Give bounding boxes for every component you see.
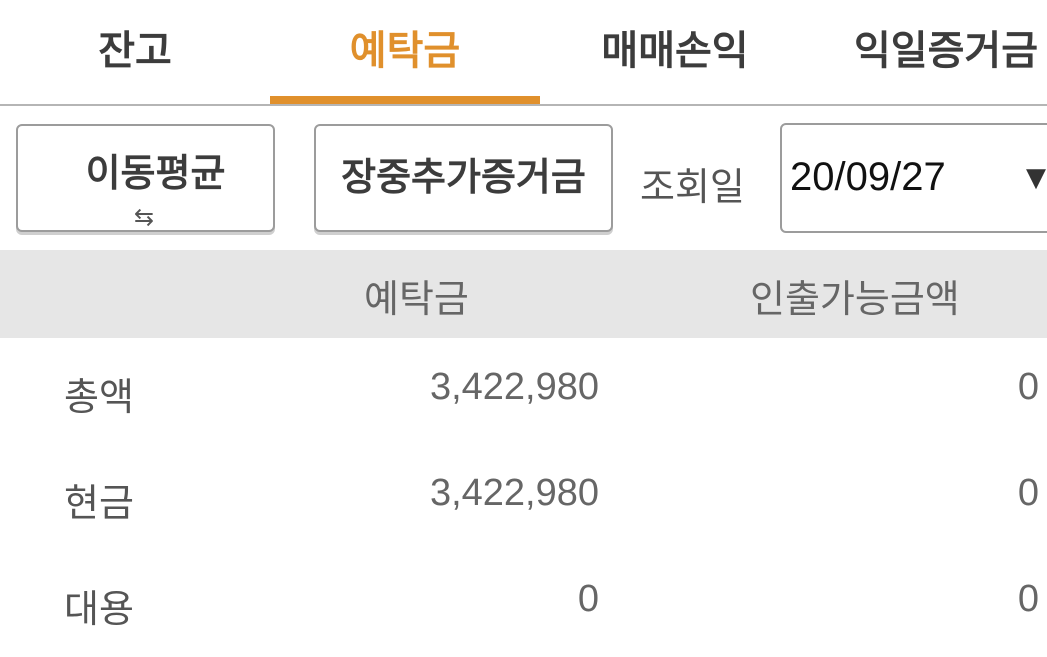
moving-average-label: 이동평균	[85, 151, 226, 195]
deposit-value: 3,422,980	[429, 472, 599, 514]
header-deposit: 예탁금	[364, 277, 469, 321]
extra-margin-label: 장중추가증거금	[341, 154, 586, 199]
table-row: 총액 3,422,980 0	[0, 338, 1047, 444]
deposit-screen: 잔고 예탁금 매매손익 익일증거금 이동평균 ⇆ 장중추가증거금 조회일 20/…	[0, 0, 1047, 657]
table-row: 현금 3,422,980 0	[0, 444, 1047, 550]
moving-average-button[interactable]: 이동평균 ⇆	[16, 124, 275, 232]
header-withdrawable: 인출가능금액	[750, 277, 960, 321]
tab-trading-pnl[interactable]: 매매손익	[540, 0, 810, 104]
deposit-value: 0	[577, 578, 599, 620]
tab-bar: 잔고 예탁금 매매손익 익일증거금	[0, 0, 1047, 106]
withdrawable-value: 0	[1017, 366, 1039, 408]
query-date-label: 조회일	[640, 165, 745, 209]
tab-deposit[interactable]: 예탁금	[270, 0, 540, 104]
extra-margin-button[interactable]: 장중추가증거금	[314, 124, 613, 232]
swap-arrows-icon: ⇆	[133, 203, 155, 231]
tab-balance[interactable]: 잔고	[0, 0, 270, 104]
table-row: 대용 0 0	[0, 550, 1047, 656]
withdrawable-value: 0	[1017, 578, 1039, 620]
row-label: 현금	[64, 481, 134, 525]
row-label: 대용	[64, 587, 134, 631]
tab-next-day-margin[interactable]: 익일증거금	[810, 0, 1047, 104]
row-label: 총액	[64, 375, 134, 419]
withdrawable-value: 0	[1017, 472, 1039, 514]
query-date-select[interactable]: 20/09/27 ▼	[780, 123, 1047, 233]
triangle-down-icon: ▼	[1026, 163, 1046, 193]
active-tab-indicator	[270, 96, 540, 104]
query-date-value: 20/09/27	[790, 155, 946, 199]
deposit-value: 3,422,980	[429, 366, 599, 408]
table-header: 예탁금 인출가능금액	[0, 250, 1047, 338]
